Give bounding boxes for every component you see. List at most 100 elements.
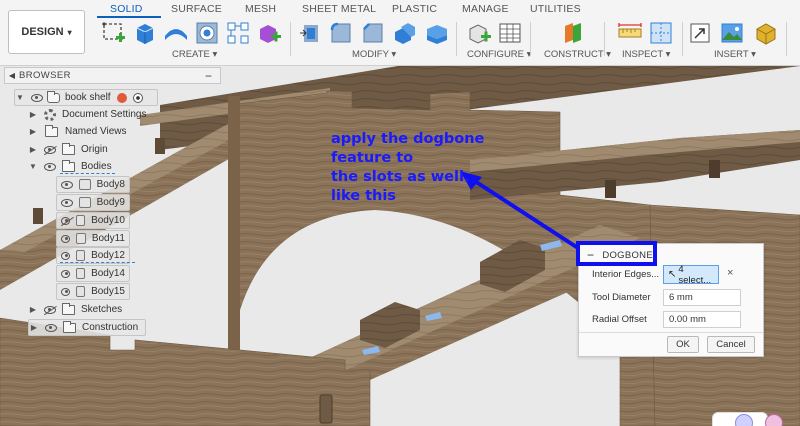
browser-item-label: Sketches — [81, 304, 123, 315]
visibility-eye-icon[interactable] — [61, 198, 73, 207]
create-sketch-icon[interactable] — [101, 20, 127, 46]
collapse-icon[interactable]: − — [205, 69, 212, 83]
assistant-icon[interactable] — [735, 414, 753, 426]
clear-selection-icon[interactable]: × — [727, 267, 733, 279]
tool-diameter-input[interactable]: 6 mm — [663, 289, 741, 306]
group-construct[interactable]: CONSTRUCT ▾ — [544, 49, 611, 60]
browser-item-sketches[interactable]: ▶ Sketches — [28, 301, 122, 318]
interference-icon[interactable] — [648, 20, 674, 46]
browser-item-label: Named Views — [65, 126, 127, 137]
notification-icon[interactable] — [765, 414, 783, 426]
browser-header[interactable]: ◀ BROWSER − — [4, 67, 221, 84]
ok-button[interactable]: OK — [667, 336, 699, 353]
tab-utilities[interactable]: UTILITIES — [530, 3, 581, 15]
workspace-label: DESIGN — [21, 26, 64, 38]
folder-icon — [62, 142, 75, 155]
revolve-icon[interactable] — [163, 20, 189, 46]
browser-body-row[interactable]: Body10 — [56, 212, 130, 229]
rollback-marker — [60, 173, 115, 174]
slot[interactable] — [155, 138, 165, 154]
chevron-right-icon[interactable]: ▶ — [28, 110, 38, 119]
body-label: Body10 — [91, 215, 125, 226]
browser-item-origin[interactable]: ▶ Origin — [28, 141, 108, 158]
browser-title: BROWSER — [19, 70, 71, 81]
hole-icon[interactable] — [194, 20, 220, 46]
cancel-button[interactable]: Cancel — [707, 336, 755, 353]
chevron-right-icon[interactable]: ▶ — [28, 127, 38, 136]
chevron-down-icon[interactable]: ▼ — [28, 162, 38, 171]
chevron-right-icon[interactable]: ▶ — [28, 305, 38, 314]
chevron-down-icon[interactable]: ▼ — [15, 93, 25, 102]
visibility-eye-icon[interactable] — [61, 269, 71, 278]
group-create[interactable]: CREATE ▾ — [172, 49, 217, 60]
hidden-eye-icon[interactable] — [61, 216, 71, 225]
body-label: Body15 — [91, 286, 125, 297]
toolbar-divider — [456, 22, 457, 56]
chamfer-icon[interactable] — [360, 20, 386, 46]
folder-icon — [62, 302, 75, 315]
extrude-icon[interactable] — [132, 20, 158, 46]
slot[interactable] — [319, 394, 333, 424]
workspace-switcher[interactable]: DESIGN ▾ — [8, 10, 85, 54]
create-form-icon[interactable] — [256, 20, 282, 46]
pattern-icon[interactable] — [225, 20, 251, 46]
browser-item-named-views[interactable]: ▶ Named Views — [28, 123, 127, 140]
visibility-eye-icon[interactable] — [45, 323, 57, 332]
folder-icon — [62, 159, 75, 172]
body-icon — [78, 197, 91, 208]
chevron-right-icon[interactable]: ▶ — [29, 323, 39, 332]
radial-offset-input[interactable]: 0.00 mm — [663, 311, 741, 328]
visibility-eye-icon[interactable] — [61, 251, 71, 260]
browser-body-row[interactable]: Body9 — [56, 194, 130, 211]
table-icon[interactable] — [497, 20, 523, 46]
interior-edges-selector[interactable]: ↖ 4 select... — [663, 263, 719, 286]
folder-icon — [63, 320, 76, 333]
insert-derive-icon[interactable] — [688, 20, 714, 46]
visibility-eye-icon[interactable] — [31, 93, 43, 102]
selection-count: 4 select... — [678, 263, 712, 286]
tab-plastic[interactable]: PLASTIC — [392, 3, 437, 15]
browser-item-construction[interactable]: ▶ Construction — [28, 319, 146, 336]
tab-manage[interactable]: MANAGE — [462, 3, 509, 15]
browser-root[interactable]: ▼ book shelf — [14, 89, 158, 106]
configure-icon[interactable] — [466, 20, 492, 46]
visibility-eye-icon[interactable] — [61, 234, 71, 243]
browser-body-row[interactable]: Body11 — [56, 230, 130, 247]
offset-plane-icon[interactable] — [560, 20, 586, 46]
toolbar-divider — [530, 22, 531, 56]
chevron-right-icon[interactable]: ▶ — [28, 145, 38, 154]
tab-sheet-metal[interactable]: SHEET METAL — [302, 3, 376, 15]
tab-surface[interactable]: SURFACE — [171, 3, 222, 15]
combine-icon[interactable] — [392, 20, 418, 46]
group-configure[interactable]: CONFIGURE ▾ — [467, 49, 531, 60]
browser-body-row[interactable]: Body8 — [56, 176, 130, 193]
browser-body-row[interactable]: Body14 — [56, 265, 130, 282]
slot[interactable] — [709, 160, 720, 178]
body-icon — [76, 250, 86, 261]
visibility-eye-icon[interactable] — [61, 180, 73, 189]
insert-image-icon[interactable] — [719, 20, 745, 46]
activate-radio-icon[interactable] — [132, 92, 143, 103]
group-inspect[interactable]: INSPECT ▾ — [622, 49, 670, 60]
tab-mesh[interactable]: MESH — [245, 3, 276, 15]
chevron-down-icon[interactable]: ◀ — [5, 71, 19, 80]
browser-item-document-settings[interactable]: ▶ Document Settings — [28, 106, 147, 123]
fillet-icon[interactable] — [328, 20, 354, 46]
measure-icon[interactable] — [617, 20, 643, 46]
slot[interactable] — [605, 180, 616, 198]
body-label: Body12 — [91, 250, 125, 261]
group-modify[interactable]: MODIFY ▾ — [352, 49, 396, 60]
hidden-eye-icon[interactable] — [44, 305, 56, 314]
insert-mcmaster-icon[interactable] — [753, 20, 779, 46]
tab-solid[interactable]: SOLID — [110, 3, 143, 15]
press-pull-icon[interactable] — [298, 20, 324, 46]
record-icon[interactable] — [116, 92, 127, 103]
browser-body-row[interactable]: Body15 — [56, 283, 130, 300]
visibility-eye-icon[interactable] — [61, 287, 71, 296]
hidden-eye-icon[interactable] — [44, 145, 56, 154]
visibility-eye-icon[interactable] — [44, 162, 56, 171]
shell-icon[interactable] — [424, 20, 450, 46]
interior-edges-label: Interior Edges... — [592, 269, 660, 280]
slot[interactable] — [33, 208, 43, 224]
group-insert[interactable]: INSERT ▾ — [714, 49, 756, 60]
